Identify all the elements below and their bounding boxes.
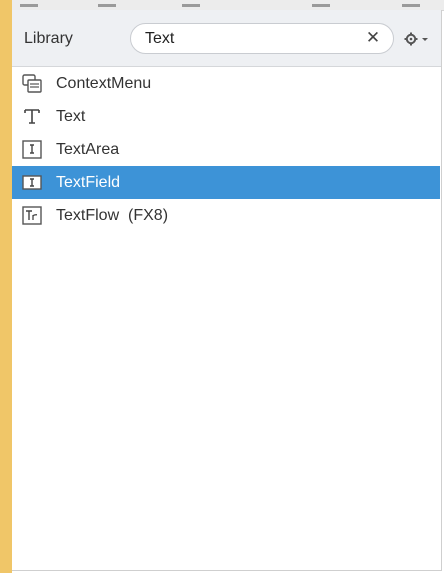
text-area-icon <box>22 140 42 159</box>
text-field-icon <box>22 173 42 192</box>
library-header: Library ✕ <box>12 10 441 67</box>
list-item-label: TextArea <box>56 141 120 158</box>
list-item-textfield[interactable]: TextField <box>12 166 440 199</box>
list-item-label: ContextMenu <box>56 75 152 92</box>
search-box[interactable]: ✕ <box>130 23 394 54</box>
text-flow-icon <box>22 206 42 225</box>
library-results-list: ContextMenu Text TextArea TextField Text… <box>12 67 440 232</box>
list-item-textflow[interactable]: TextFlow (FX8) <box>12 199 440 232</box>
window-accent-bar <box>0 0 12 573</box>
library-panel: Library ✕ <box>12 10 442 571</box>
library-title: Library <box>24 30 73 47</box>
context-menu-icon <box>22 74 42 93</box>
list-item-textarea[interactable]: TextArea <box>12 133 440 166</box>
list-item-label: Text <box>56 108 86 125</box>
list-item-text[interactable]: Text <box>12 100 440 133</box>
gear-icon <box>404 32 428 46</box>
search-input[interactable] <box>145 28 345 49</box>
chevron-down-icon <box>422 38 428 41</box>
list-item-contextmenu[interactable]: ContextMenu <box>12 67 440 100</box>
text-icon <box>22 107 42 126</box>
settings-menu-button[interactable] <box>404 31 434 47</box>
list-item-label: TextField <box>56 174 121 191</box>
list-item-label: TextFlow (FX8) <box>56 207 169 224</box>
clear-search-icon[interactable]: ✕ <box>365 29 381 47</box>
